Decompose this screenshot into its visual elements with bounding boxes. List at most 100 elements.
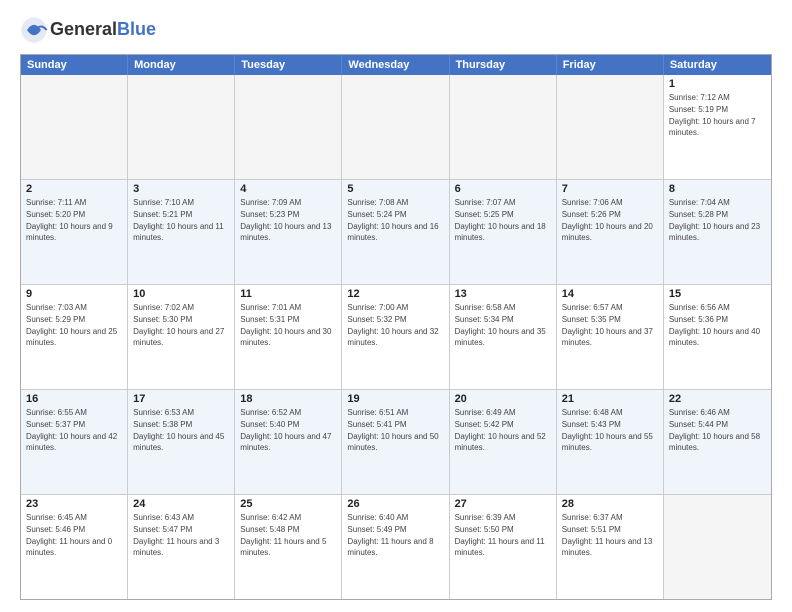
calendar-body: 1 Sunrise: 7:12 AM Sunset: 5:19 PM Daylig…	[21, 75, 771, 599]
calendar-empty-cell	[128, 75, 235, 179]
day-number: 14	[562, 288, 658, 300]
logo-general: General	[50, 19, 117, 39]
day-info: Sunrise: 7:09 AM Sunset: 5:23 PM Dayligh…	[240, 198, 331, 242]
calendar-day-cell: 2 Sunrise: 7:11 AM Sunset: 5:20 PM Daylig…	[21, 180, 128, 284]
day-number: 22	[669, 393, 766, 405]
calendar-row: 23 Sunrise: 6:45 AM Sunset: 5:46 PM Dayli…	[21, 494, 771, 599]
day-info: Sunrise: 6:46 AM Sunset: 5:44 PM Dayligh…	[669, 408, 760, 452]
calendar-day-cell: 27 Sunrise: 6:39 AM Sunset: 5:50 PM Dayli…	[450, 495, 557, 599]
day-number: 28	[562, 498, 658, 510]
day-info: Sunrise: 7:00 AM Sunset: 5:32 PM Dayligh…	[347, 303, 438, 347]
day-number: 7	[562, 183, 658, 195]
day-info: Sunrise: 6:45 AM Sunset: 5:46 PM Dayligh…	[26, 513, 112, 557]
day-info: Sunrise: 7:01 AM Sunset: 5:31 PM Dayligh…	[240, 303, 331, 347]
day-info: Sunrise: 6:39 AM Sunset: 5:50 PM Dayligh…	[455, 513, 545, 557]
calendar-day-cell: 12 Sunrise: 7:00 AM Sunset: 5:32 PM Dayli…	[342, 285, 449, 389]
calendar-row: 16 Sunrise: 6:55 AM Sunset: 5:37 PM Dayli…	[21, 389, 771, 494]
weekday-header: Friday	[557, 55, 664, 75]
day-info: Sunrise: 6:49 AM Sunset: 5:42 PM Dayligh…	[455, 408, 546, 452]
day-info: Sunrise: 6:52 AM Sunset: 5:40 PM Dayligh…	[240, 408, 331, 452]
day-number: 15	[669, 288, 766, 300]
calendar-day-cell: 3 Sunrise: 7:10 AM Sunset: 5:21 PM Daylig…	[128, 180, 235, 284]
calendar-day-cell: 25Sunrise: 6:42 AM Sunset: 5:48 PM Dayli…	[235, 495, 342, 599]
day-info: Sunrise: 6:56 AM Sunset: 5:36 PM Dayligh…	[669, 303, 760, 347]
day-info: Sunrise: 7:04 AM Sunset: 5:28 PM Dayligh…	[669, 198, 760, 242]
weekday-header: Tuesday	[235, 55, 342, 75]
calendar-empty-cell	[342, 75, 449, 179]
day-number: 8	[669, 183, 766, 195]
day-info: Sunrise: 6:58 AM Sunset: 5:34 PM Dayligh…	[455, 303, 546, 347]
page: GeneralBlue SundayMondayTuesdayWednesday…	[0, 0, 792, 612]
day-number: 2	[26, 183, 122, 195]
logo-blue: Blue	[117, 19, 156, 39]
day-info: Sunrise: 6:51 AM Sunset: 5:41 PM Dayligh…	[347, 408, 438, 452]
day-info: Sunrise: 7:03 AM Sunset: 5:29 PM Dayligh…	[26, 303, 117, 347]
day-info: Sunrise: 6:37 AM Sunset: 5:51 PM Dayligh…	[562, 513, 653, 557]
calendar-day-cell: 8 Sunrise: 7:04 AM Sunset: 5:28 PM Daylig…	[664, 180, 771, 284]
weekday-header: Sunday	[21, 55, 128, 75]
day-number: 12	[347, 288, 443, 300]
calendar-empty-cell	[450, 75, 557, 179]
calendar-row: 1 Sunrise: 7:12 AM Sunset: 5:19 PM Daylig…	[21, 75, 771, 179]
logo-text: GeneralBlue	[50, 20, 156, 40]
day-info: Sunrise: 7:08 AM Sunset: 5:24 PM Dayligh…	[347, 198, 438, 242]
day-number: 26	[347, 498, 443, 510]
day-number: 27	[455, 498, 551, 510]
logo: GeneralBlue	[20, 16, 156, 44]
day-number: 19	[347, 393, 443, 405]
calendar-empty-cell	[235, 75, 342, 179]
calendar: SundayMondayTuesdayWednesdayThursdayFrid…	[20, 54, 772, 600]
calendar-day-cell: 7 Sunrise: 7:06 AM Sunset: 5:26 PM Daylig…	[557, 180, 664, 284]
calendar-day-cell: 21 Sunrise: 6:48 AM Sunset: 5:43 PM Dayli…	[557, 390, 664, 494]
day-number: 16	[26, 393, 122, 405]
calendar-day-cell: 5 Sunrise: 7:08 AM Sunset: 5:24 PM Daylig…	[342, 180, 449, 284]
day-info: Sunrise: 7:07 AM Sunset: 5:25 PM Dayligh…	[455, 198, 546, 242]
day-number: 1	[669, 78, 766, 90]
day-number: 11	[240, 288, 336, 300]
day-info: Sunrise: 6:53 AM Sunset: 5:38 PM Dayligh…	[133, 408, 224, 452]
day-number: 3	[133, 183, 229, 195]
calendar-day-cell: 9 Sunrise: 7:03 AM Sunset: 5:29 PM Daylig…	[21, 285, 128, 389]
calendar-day-cell: 18 Sunrise: 6:52 AM Sunset: 5:40 PM Dayli…	[235, 390, 342, 494]
weekday-header: Saturday	[664, 55, 771, 75]
header: GeneralBlue	[20, 16, 772, 44]
calendar-day-cell: 17 Sunrise: 6:53 AM Sunset: 5:38 PM Dayli…	[128, 390, 235, 494]
weekday-header: Wednesday	[342, 55, 449, 75]
calendar-day-cell: 4 Sunrise: 7:09 AM Sunset: 5:23 PM Daylig…	[235, 180, 342, 284]
day-number: 23	[26, 498, 122, 510]
calendar-row: 2 Sunrise: 7:11 AM Sunset: 5:20 PM Daylig…	[21, 179, 771, 284]
day-info: Sunrise: 7:06 AM Sunset: 5:26 PM Dayligh…	[562, 198, 653, 242]
day-info: Sunrise: 6:42 AM Sunset: 5:48 PM Dayligh…	[240, 513, 326, 557]
day-number: 9	[26, 288, 122, 300]
day-info: Sunrise: 6:48 AM Sunset: 5:43 PM Dayligh…	[562, 408, 653, 452]
calendar-empty-cell	[557, 75, 664, 179]
day-number: 4	[240, 183, 336, 195]
calendar-header: SundayMondayTuesdayWednesdayThursdayFrid…	[21, 55, 771, 75]
calendar-empty-cell	[21, 75, 128, 179]
calendar-day-cell: 15 Sunrise: 6:56 AM Sunset: 5:36 PM Dayli…	[664, 285, 771, 389]
calendar-day-cell: 20 Sunrise: 6:49 AM Sunset: 5:42 PM Dayli…	[450, 390, 557, 494]
calendar-day-cell: 6 Sunrise: 7:07 AM Sunset: 5:25 PM Daylig…	[450, 180, 557, 284]
day-number: 10	[133, 288, 229, 300]
logo-icon	[20, 16, 48, 44]
calendar-day-cell: 10Sunrise: 7:02 AM Sunset: 5:30 PM Dayli…	[128, 285, 235, 389]
day-info: Sunrise: 7:11 AM Sunset: 5:20 PM Dayligh…	[26, 198, 113, 242]
day-number: 6	[455, 183, 551, 195]
day-info: Sunrise: 7:10 AM Sunset: 5:21 PM Dayligh…	[133, 198, 224, 242]
calendar-empty-cell	[664, 495, 771, 599]
calendar-day-cell: 19 Sunrise: 6:51 AM Sunset: 5:41 PM Dayli…	[342, 390, 449, 494]
day-info: Sunrise: 6:55 AM Sunset: 5:37 PM Dayligh…	[26, 408, 117, 452]
day-info: Sunrise: 6:40 AM Sunset: 5:49 PM Dayligh…	[347, 513, 433, 557]
day-number: 17	[133, 393, 229, 405]
day-info: Sunrise: 6:43 AM Sunset: 5:47 PM Dayligh…	[133, 513, 219, 557]
day-number: 5	[347, 183, 443, 195]
weekday-header: Monday	[128, 55, 235, 75]
day-number: 21	[562, 393, 658, 405]
day-number: 18	[240, 393, 336, 405]
weekday-header: Thursday	[450, 55, 557, 75]
day-number: 20	[455, 393, 551, 405]
day-info: Sunrise: 6:57 AM Sunset: 5:35 PM Dayligh…	[562, 303, 653, 347]
calendar-day-cell: 23 Sunrise: 6:45 AM Sunset: 5:46 PM Dayli…	[21, 495, 128, 599]
day-info: Sunrise: 7:12 AM Sunset: 5:19 PM Dayligh…	[669, 93, 756, 137]
day-number: 13	[455, 288, 551, 300]
